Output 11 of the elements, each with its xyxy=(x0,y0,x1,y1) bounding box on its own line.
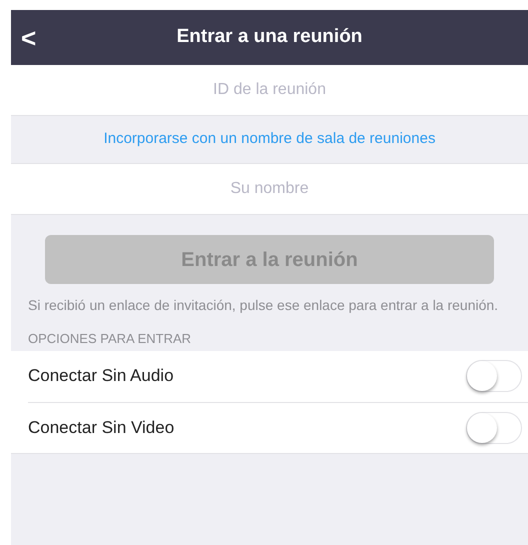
room-name-link[interactable]: Incorporarse con un nombre de sala de reuniones xyxy=(104,128,436,151)
toggle-switch[interactable] xyxy=(466,360,522,392)
option-label: Conectar Sin Video xyxy=(28,416,174,439)
options-heading: OPCIONES PARA ENTRAR xyxy=(27,330,192,348)
invitation-hint: Si recibió un enlace de invitación, pulse ese enlace para entrar a la reunión. xyxy=(27,296,500,315)
back-button[interactable]: < xyxy=(17,24,40,50)
input-field[interactable]: ID de la reunión xyxy=(11,65,528,116)
input-field[interactable]: Su nombre xyxy=(11,164,528,215)
toggle-switch[interactable] xyxy=(466,412,522,444)
option-label: Conectar Sin Audio xyxy=(28,365,174,388)
screen-title: Entrar a una reunión xyxy=(176,25,362,50)
